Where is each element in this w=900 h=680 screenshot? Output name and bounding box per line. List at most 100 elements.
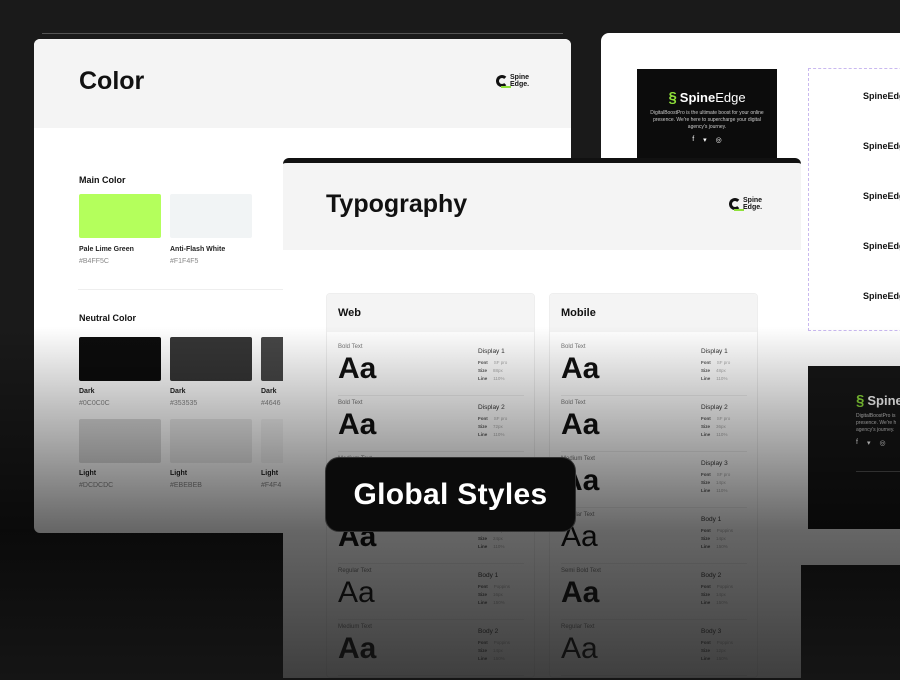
typography-panel-mobile: Mobile Bold Text Aa Display 1 Font SF pro…	[549, 293, 758, 678]
meta-label: Font	[701, 416, 711, 421]
meta-value: 14px	[716, 536, 726, 541]
weight-label: Regular Text	[338, 568, 372, 574]
color-swatch	[170, 194, 252, 238]
swatch-name: Light	[79, 470, 97, 477]
facebook-icon[interactable]: f	[856, 439, 858, 447]
type-style-row: Bold Text Aa Display 1 Font SF pro Size 48…	[561, 344, 747, 396]
line-meta: Line 150%	[478, 600, 505, 605]
style-name: Display 3	[701, 460, 728, 467]
meta-label: Line	[478, 376, 488, 381]
meta-value: 150%	[716, 544, 728, 549]
meta-value: SF pro	[716, 416, 731, 421]
facebook-icon[interactable]: f	[692, 136, 694, 144]
meta-value: Poppins	[716, 584, 734, 589]
meta-label: Line	[701, 656, 711, 661]
type-sample: Aa	[561, 632, 598, 665]
meta-value: 88px	[493, 368, 503, 373]
swatch-hex: #DCDCDC	[79, 482, 114, 489]
meta-label: Font	[478, 584, 488, 589]
instagram-icon[interactable]: ◎	[879, 439, 885, 447]
line-meta: Line 110%	[701, 432, 727, 437]
style-name: Display 2	[701, 404, 728, 411]
size-meta: Size 24px	[478, 536, 503, 541]
dark-footer-preview: § Spine DigitalBoostPro is presence. We'r…	[808, 366, 900, 529]
line-meta: Line 110%	[478, 544, 504, 549]
size-meta: Size 16px	[478, 592, 503, 597]
main-color-heading: Main Color	[79, 175, 126, 185]
font-meta: Font SF pro	[478, 360, 507, 365]
meta-value: Poppins	[716, 528, 734, 533]
meta-value: 110%	[716, 432, 728, 437]
neutral-color-heading: Neutral Color	[79, 313, 137, 323]
weight-label: Regular Text	[561, 624, 595, 630]
meta-label: Font	[701, 640, 711, 645]
tagline: DigitalBoostPro is presence. We're h age…	[856, 413, 897, 433]
logo: Spine Edge.	[496, 74, 529, 88]
meta-label: Font	[478, 360, 488, 365]
type-sample: Aa	[338, 352, 377, 385]
logo-mark-icon	[496, 75, 511, 88]
footer-divider	[856, 471, 900, 472]
logo-variant: SpineEdge	[863, 91, 900, 101]
brand-name: Spine	[867, 393, 900, 408]
line-meta: Line 150%	[701, 600, 728, 605]
meta-value: 150%	[716, 656, 728, 661]
type-style-row: Regular Text Aa Body 1 Font Poppins Size 1…	[561, 512, 747, 564]
style-name: Body 3	[701, 628, 722, 635]
font-meta: Font Poppins	[701, 584, 733, 589]
style-name: Display 1	[701, 348, 728, 355]
logo-variant: SpineEdge	[863, 141, 900, 151]
meta-label: Size	[701, 368, 711, 373]
twitter-icon[interactable]: ▾	[703, 136, 707, 144]
brand-logo: § Spine Edge	[637, 89, 777, 106]
style-name: Body 1	[701, 516, 722, 523]
logo-variant: SpineEdge	[863, 291, 900, 301]
instagram-icon[interactable]: ◎	[716, 136, 722, 144]
swatch-hex: #4646	[261, 400, 281, 407]
weight-label: Medium Text	[338, 624, 372, 630]
brand-name: Spine	[679, 90, 716, 105]
meta-value: 14px	[493, 648, 503, 653]
meta-value: 24px	[493, 536, 503, 541]
meta-label: Line	[701, 600, 711, 605]
type-style-row: Regular Text Aa Body 3 Font Poppins Size 1…	[561, 624, 747, 676]
logo-variant: SpineEdge	[863, 191, 900, 201]
meta-value: SF pro	[493, 416, 508, 421]
type-sample: Aa	[561, 352, 600, 385]
font-meta: Font Poppins	[478, 584, 510, 589]
swatch-hex: #F1F4F5	[170, 258, 199, 265]
size-meta: Size 14px	[701, 480, 726, 485]
size-meta: Size 72px	[478, 424, 503, 429]
meta-value: 150%	[493, 656, 505, 661]
type-sample: Aa	[338, 408, 377, 441]
color-swatch	[79, 194, 161, 238]
social-links: f ▾ ◎	[637, 136, 777, 144]
meta-value: 110%	[493, 432, 505, 437]
font-meta: Font Poppins	[701, 640, 733, 645]
line-meta: Line 150%	[701, 656, 728, 661]
spine-logo-icon: §	[668, 89, 677, 106]
color-swatch	[79, 419, 161, 463]
size-meta: Size 36px	[701, 424, 726, 429]
spine-logo-icon: §	[856, 392, 865, 409]
line-meta: Line 110%	[701, 376, 727, 381]
meta-label: Size	[701, 536, 711, 541]
meta-label: Font	[478, 416, 488, 421]
weight-label: Bold Text	[561, 344, 586, 350]
meta-label: Font	[701, 528, 711, 533]
meta-label: Font	[478, 640, 488, 645]
twitter-icon[interactable]: ▾	[867, 439, 871, 447]
meta-value: 110%	[716, 376, 728, 381]
swatch-hex: #EBEBEB	[170, 482, 202, 489]
logo-text: Edge.	[510, 81, 530, 88]
type-style-row: Bold Text Aa Display 2 Font SF pro Size 72…	[338, 400, 524, 452]
line-meta: Line 150%	[478, 656, 505, 661]
meta-label: Size	[478, 424, 488, 429]
type-sample: Aa	[561, 408, 600, 441]
divider-line	[42, 33, 563, 34]
line-meta: Line 110%	[701, 488, 727, 493]
logo: Spine Edge.	[729, 197, 762, 211]
weight-label: Bold Text	[338, 400, 363, 406]
weight-label: Semi Bold Text	[561, 568, 601, 574]
color-swatch	[79, 337, 161, 381]
